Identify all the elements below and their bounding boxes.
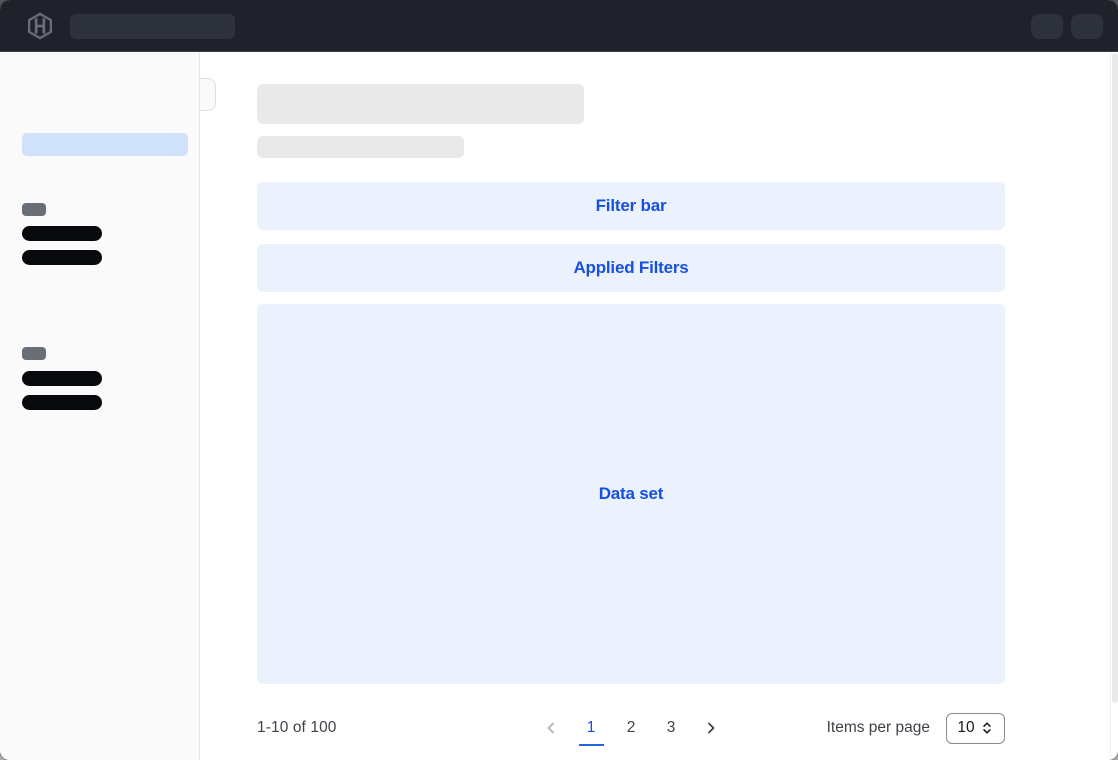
sidebar xyxy=(0,52,200,760)
navbar-button-skeleton xyxy=(1031,14,1063,39)
filter-bar-placeholder: Filter bar xyxy=(257,182,1005,230)
hashicorp-logo-icon xyxy=(26,12,54,40)
items-per-page-label: Items per page xyxy=(827,719,930,737)
sidebar-group-label-skeleton xyxy=(22,347,46,360)
sidebar-item-skeleton xyxy=(22,226,102,241)
page-button-3[interactable]: 3 xyxy=(659,710,684,746)
applied-filters-label: Applied Filters xyxy=(573,258,688,278)
page-subtitle-skeleton xyxy=(257,136,464,158)
data-set-label: Data set xyxy=(599,484,664,504)
items-per-page-value: 10 xyxy=(957,719,974,737)
select-caret-icon xyxy=(980,721,994,735)
scrollbar-thumb[interactable] xyxy=(1112,53,1118,703)
previous-page-button[interactable] xyxy=(539,710,564,746)
sidebar-toggle-button[interactable] xyxy=(200,78,216,111)
page-button-2[interactable]: 2 xyxy=(619,710,644,746)
chevron-right-icon xyxy=(703,720,719,736)
data-set-placeholder: Data set xyxy=(257,304,1005,684)
items-per-page-select[interactable]: 10 xyxy=(946,713,1005,744)
sidebar-active-item-skeleton xyxy=(22,133,188,156)
scrollbar-track xyxy=(1110,52,1118,760)
navbar-search-skeleton xyxy=(70,14,235,39)
chevron-left-icon xyxy=(543,720,559,736)
pager: 1 2 3 xyxy=(539,710,724,746)
items-per-page-container: Items per page 10 xyxy=(724,713,1006,744)
sidebar-item-skeleton xyxy=(22,371,102,386)
pagination-range-text: 1-10 of 100 xyxy=(257,719,337,737)
sidebar-item-skeleton xyxy=(22,250,102,265)
pagination-bar: 1-10 of 100 1 2 3 Items per page xyxy=(257,700,1005,756)
filter-bar-label: Filter bar xyxy=(596,196,667,216)
navbar-button-skeleton xyxy=(1071,14,1103,39)
sidebar-group-label-skeleton xyxy=(22,203,46,216)
top-navbar xyxy=(0,0,1118,52)
page-title-skeleton xyxy=(257,84,584,124)
app-window: Filter bar Applied Filters Data set 1-10… xyxy=(0,0,1118,760)
applied-filters-placeholder: Applied Filters xyxy=(257,244,1005,292)
next-page-button[interactable] xyxy=(699,710,724,746)
pagination-range-container: 1-10 of 100 xyxy=(257,719,539,737)
page-button-1[interactable]: 1 xyxy=(579,710,604,746)
sidebar-item-skeleton xyxy=(22,395,102,410)
